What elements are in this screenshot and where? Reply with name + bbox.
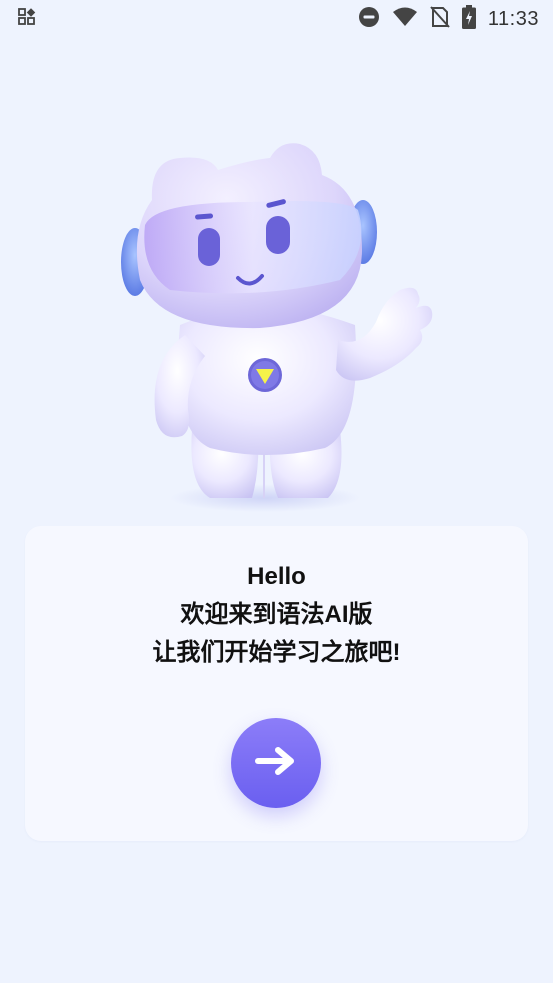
greeting-hello: Hello bbox=[247, 563, 306, 590]
status-left bbox=[18, 7, 36, 31]
next-button[interactable] bbox=[231, 718, 321, 808]
greeting-welcome: 欢迎来到语法AI版 bbox=[180, 601, 373, 628]
do-not-disturb-icon bbox=[358, 6, 380, 33]
arrow-right-icon bbox=[254, 746, 298, 781]
status-time: 11:33 bbox=[487, 7, 539, 30]
no-sim-icon bbox=[430, 5, 450, 33]
apps-grid-icon bbox=[18, 7, 36, 31]
status-right: 11:33 bbox=[358, 4, 539, 34]
welcome-message: Hello 欢迎来到语法AI版 让我们开始学习之旅吧! bbox=[25, 558, 528, 672]
status-bar: 11:33 bbox=[0, 0, 553, 38]
battery-charging-icon bbox=[461, 4, 476, 34]
wifi-icon bbox=[392, 7, 418, 32]
welcome-card: Hello 欢迎来到语法AI版 让我们开始学习之旅吧! bbox=[25, 526, 528, 841]
robot-mascot-illustration bbox=[100, 130, 440, 520]
greeting-journey: 让我们开始学习之旅吧! bbox=[152, 639, 401, 666]
